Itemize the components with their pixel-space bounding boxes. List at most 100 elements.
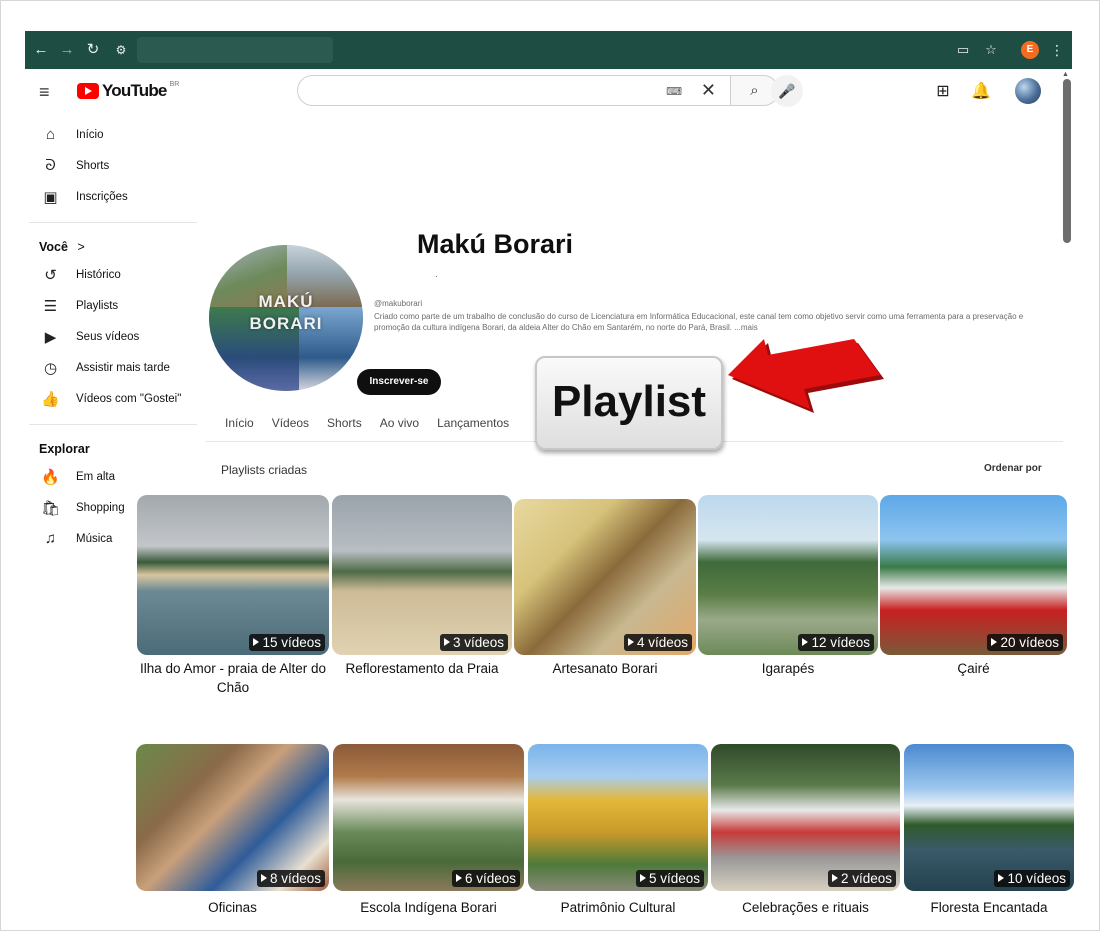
tab-videos[interactable]: Vídeos <box>272 413 309 433</box>
sidebar-item-label: Playlists <box>76 299 119 312</box>
playlist-title[interactable]: Celebrações e rituais <box>711 898 900 917</box>
scroll-up-arrow-icon[interactable]: ▲ <box>1062 71 1069 78</box>
sidebar-item-playlists[interactable]: ☰ Playlists <box>25 290 201 321</box>
playlist-play-icon <box>639 874 646 882</box>
bell-icon[interactable]: 🔔 <box>971 81 991 101</box>
playlist-title[interactable]: Igarapés <box>698 659 878 678</box>
playlist-thumbnail[interactable]: 8 vídeos <box>136 744 329 891</box>
channel-description[interactable]: Criado como parte de um trabalho de conc… <box>374 311 1029 333</box>
playlist-title[interactable]: Çairé <box>880 659 1067 678</box>
playlist-thumbnail[interactable]: 15 vídeos <box>137 495 329 655</box>
tab-releases[interactable]: Lançamentos <box>437 413 509 433</box>
star-icon[interactable]: ☆ <box>981 40 1001 60</box>
playlist-card[interactable]: 4 vídeos Artesanato Borari <box>514 499 696 678</box>
playlist-card[interactable]: 2 vídeos Celebrações e rituais <box>711 744 900 917</box>
avatar-logo-line: MAKÚ <box>258 292 314 311</box>
youtube-logo[interactable]: YouTube BR <box>77 81 179 101</box>
sidebar-item-label: Histórico <box>76 268 121 281</box>
sidebar-item-history[interactable]: ↺ Histórico <box>25 259 201 290</box>
shopping-icon: 🛍 <box>40 499 61 517</box>
subscribe-button[interactable]: Inscrever-se <box>357 369 441 395</box>
sidebar-item-label: Inscrições <box>76 190 128 203</box>
youtube-header: ≡ YouTube BR ⌨ ✕ ⌕ 🎤 ⊞ 🔔 <box>25 69 1072 113</box>
sidebar-item-label: Em alta <box>76 470 115 483</box>
red-arrow-icon <box>728 339 884 413</box>
watch-later-icon: ◷ <box>43 359 58 377</box>
playlist-thumbnail[interactable]: 10 vídeos <box>904 744 1074 891</box>
reload-icon[interactable]: ↻ <box>83 40 103 60</box>
playlist-annotation-label: Playlist <box>535 356 723 450</box>
video-count-badge: 3 vídeos <box>439 634 508 651</box>
clear-search-icon[interactable]: ✕ <box>701 80 716 101</box>
page-scrollbar[interactable] <box>1063 79 1071 243</box>
search-input[interactable]: ⌨ ✕ <box>297 75 731 106</box>
channel-handle: @makuborari <box>374 299 423 308</box>
sidebar-item-trending[interactable]: 🔥 Em alta <box>25 461 201 492</box>
video-count-badge: 12 vídeos <box>798 634 874 651</box>
playlist-thumbnail[interactable]: 4 vídeos <box>514 499 696 655</box>
home-icon: ⌂ <box>45 126 56 143</box>
sidebar-item-your-videos[interactable]: ▶ Seus vídeos <box>25 321 201 352</box>
arrow-right-icon[interactable]: → <box>57 40 77 60</box>
playlist-card[interactable]: 20 vídeos Çairé <box>880 495 1067 678</box>
sort-button[interactable]: Ordenar por <box>984 463 1042 474</box>
arrow-left-icon[interactable]: ← <box>31 40 51 60</box>
channel-avatar[interactable]: MAKÚ BORARI <box>209 245 363 391</box>
playlist-play-icon <box>253 638 260 646</box>
kebab-icon[interactable]: ⋮ <box>1047 40 1067 60</box>
avatar[interactable] <box>1015 78 1041 104</box>
playlist-card[interactable]: 15 vídeos Ilha do Amor - praia de Alter … <box>137 495 329 697</box>
music-icon: ♫ <box>44 530 57 547</box>
tune-icon[interactable]: ⚙ <box>111 40 131 60</box>
playlist-thumbnail[interactable]: 2 vídeos <box>711 744 900 891</box>
playlist-title[interactable]: Ilha do Amor - praia de Alter do Chão <box>137 659 329 697</box>
playlist-title[interactable]: Patrimônio Cultural <box>528 898 708 917</box>
sidebar-divider <box>29 424 197 425</box>
playlist-title[interactable]: Oficinas <box>136 898 329 917</box>
hamburger-menu-icon[interactable]: ≡ <box>39 82 50 103</box>
playlist-title[interactable]: Floresta Encantada <box>904 898 1074 917</box>
sidebar-item-watch-later[interactable]: ◷ Assistir mais tarde <box>25 352 201 383</box>
playlist-card[interactable]: 12 vídeos Igarapés <box>698 495 878 678</box>
playlist-card[interactable]: 10 vídeos Floresta Encantada <box>904 744 1074 917</box>
create-video-icon[interactable]: ⊞ <box>933 81 953 101</box>
playlist-thumbnail[interactable]: 6 vídeos <box>333 744 524 891</box>
playlist-play-icon <box>802 638 809 646</box>
sidebar-heading-you[interactable]: Você > <box>25 235 201 259</box>
address-bar[interactable] <box>137 37 333 63</box>
playlist-title[interactable]: Artesanato Borari <box>514 659 696 678</box>
keyboard-icon[interactable]: ⌨ <box>666 85 682 98</box>
playlist-thumbnail[interactable]: 3 vídeos <box>332 495 512 655</box>
sidebar-item-home[interactable]: ⌂ Início <box>25 119 201 150</box>
playlist-card[interactable]: 6 vídeos Escola Indígena Borari <box>333 744 524 917</box>
playlist-title[interactable]: Escola Indígena Borari <box>333 898 524 917</box>
sidebar-item-label: Assistir mais tarde <box>76 361 170 374</box>
playlist-title[interactable]: Reflorestamento da Praia <box>332 659 512 678</box>
tab-live[interactable]: Ao vivo <box>380 413 419 433</box>
playlist-card[interactable]: 8 vídeos Oficinas <box>136 744 329 917</box>
youtube-play-icon <box>77 83 99 99</box>
sidebar-item-label: Início <box>76 128 104 141</box>
sidebar-item-shorts[interactable]: ᘐ Shorts <box>25 150 201 181</box>
playlist-thumbnail[interactable]: 20 vídeos <box>880 495 1067 655</box>
avatar-logo-line: BORARI <box>249 314 323 333</box>
sidebar-item-subscriptions[interactable]: ▣ Inscrições <box>25 181 201 212</box>
sidebar-item-liked-videos[interactable]: 👍 Vídeos com "Gostei" <box>25 383 201 414</box>
video-count-badge: 20 vídeos <box>987 634 1063 651</box>
video-count-badge: 8 vídeos <box>256 870 325 887</box>
video-count-badge: 4 vídeos <box>623 634 692 651</box>
tab-shorts[interactable]: Shorts <box>327 413 362 433</box>
sidebar-divider <box>29 222 197 223</box>
playlist-card[interactable]: 3 vídeos Reflorestamento da Praia <box>332 495 512 678</box>
trending-icon: 🔥 <box>41 468 60 486</box>
playlists-icon: ☰ <box>43 297 58 315</box>
playlist-thumbnail[interactable]: 5 vídeos <box>528 744 708 891</box>
channel-meta-dot: . <box>435 269 438 280</box>
playlist-thumbnail[interactable]: 12 vídeos <box>698 495 878 655</box>
playlist-card[interactable]: 5 vídeos Patrimônio Cultural <box>528 744 708 917</box>
microphone-icon[interactable]: 🎤 <box>771 75 803 107</box>
country-code: BR <box>169 80 180 88</box>
cast-icon[interactable]: ▭ <box>953 40 973 60</box>
tab-home[interactable]: Início <box>225 413 254 433</box>
browser-profile-avatar[interactable]: E <box>1021 41 1039 59</box>
